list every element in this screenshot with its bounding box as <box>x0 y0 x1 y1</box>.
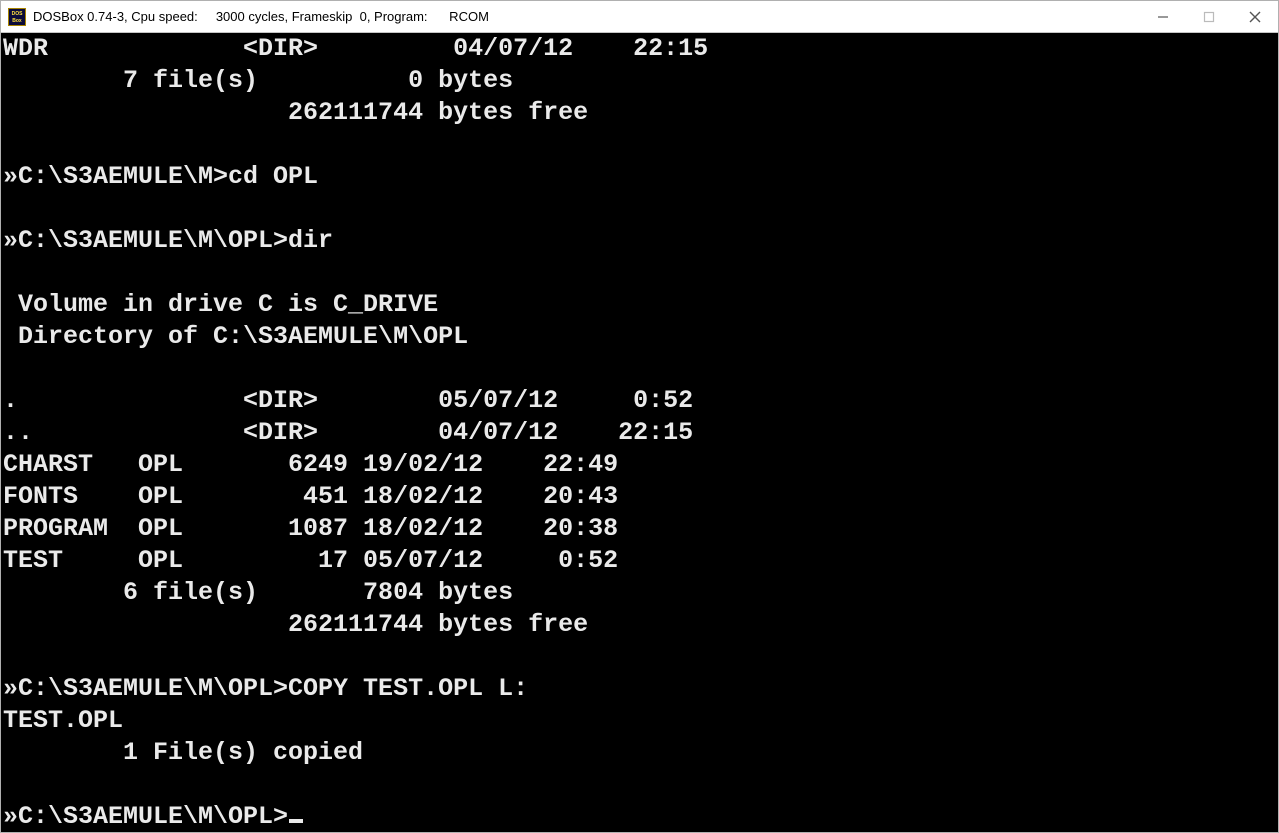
terminal-line <box>3 129 1276 161</box>
svg-text:Box: Box <box>12 18 22 24</box>
maximize-button[interactable] <box>1186 1 1232 33</box>
app-window: DOS Box DOSBox 0.74-3, Cpu speed: 3000 c… <box>0 0 1279 833</box>
terminal-line: 1 File(s) copied <box>3 737 1276 769</box>
svg-text:DOS: DOS <box>12 11 24 17</box>
window-title: DOSBox 0.74-3, Cpu speed: 3000 cycles, F… <box>33 9 1140 24</box>
terminal-line <box>3 769 1276 801</box>
terminal-viewport[interactable]: WDR <DIR> 04/07/12 22:15 7 file(s) 0 byt… <box>1 33 1278 832</box>
terminal-line: TEST OPL 17 05/07/12 0:52 <box>3 545 1276 577</box>
terminal-line: »C:\S3AEMULE\M\OPL>COPY TEST.OPL L: <box>3 673 1276 705</box>
terminal-line: PROGRAM OPL 1087 18/02/12 20:38 <box>3 513 1276 545</box>
terminal-line <box>3 257 1276 289</box>
terminal-line: . <DIR> 05/07/12 0:52 <box>3 385 1276 417</box>
terminal-line: »C:\S3AEMULE\M>cd OPL <box>3 161 1276 193</box>
terminal-line: 262111744 bytes free <box>3 97 1276 129</box>
terminal-line <box>3 641 1276 673</box>
minimize-button[interactable] <box>1140 1 1186 33</box>
close-button[interactable] <box>1232 1 1278 33</box>
terminal-line: Volume in drive C is C_DRIVE <box>3 289 1276 321</box>
window-controls <box>1140 1 1278 32</box>
terminal-line: WDR <DIR> 04/07/12 22:15 <box>3 33 1276 65</box>
terminal-line: CHARST OPL 6249 19/02/12 22:49 <box>3 449 1276 481</box>
terminal-line <box>3 193 1276 225</box>
terminal-line: TEST.OPL <box>3 705 1276 737</box>
terminal-line: 7 file(s) 0 bytes <box>3 65 1276 97</box>
terminal-line: .. <DIR> 04/07/12 22:15 <box>3 417 1276 449</box>
titlebar[interactable]: DOS Box DOSBox 0.74-3, Cpu speed: 3000 c… <box>1 1 1278 33</box>
terminal-line <box>3 353 1276 385</box>
app-icon: DOS Box <box>1 1 33 33</box>
terminal-line: FONTS OPL 451 18/02/12 20:43 <box>3 481 1276 513</box>
terminal-line: 262111744 bytes free <box>3 609 1276 641</box>
terminal-line: »C:\S3AEMULE\M\OPL> <box>3 801 1276 832</box>
terminal-line: »C:\S3AEMULE\M\OPL>dir <box>3 225 1276 257</box>
cursor <box>289 819 303 823</box>
terminal-line: 6 file(s) 7804 bytes <box>3 577 1276 609</box>
terminal-line: Directory of C:\S3AEMULE\M\OPL <box>3 321 1276 353</box>
